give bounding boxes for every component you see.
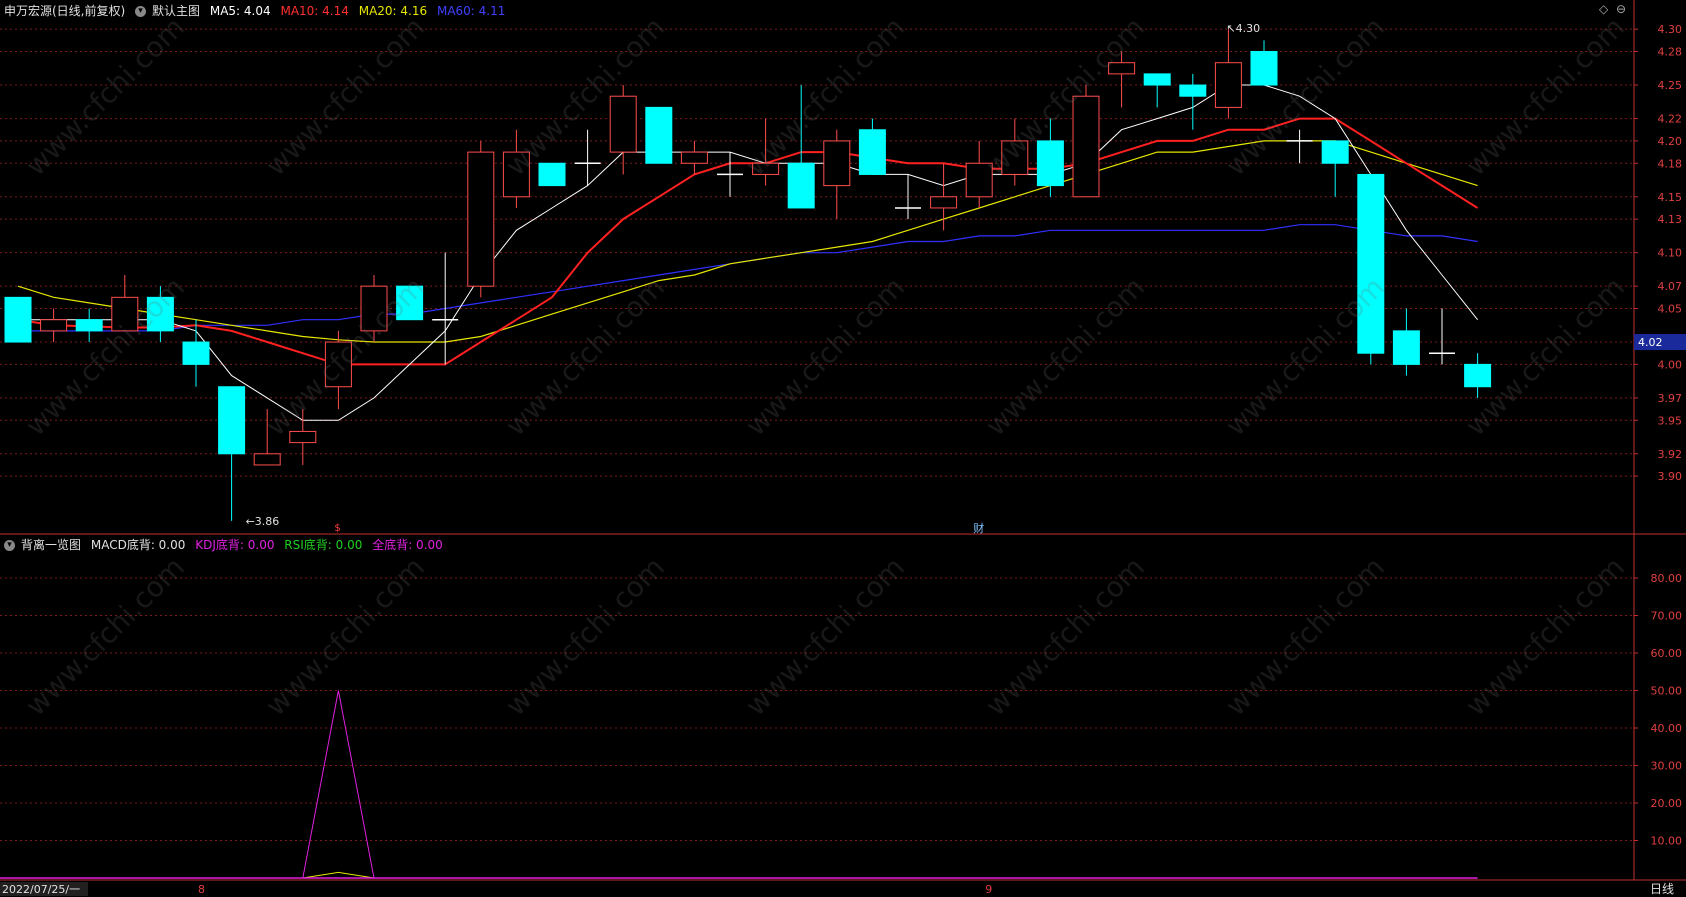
macd-divergence-label: MACD底背: 0.00	[90, 538, 186, 552]
diamond-icon[interactable]: ◇	[1599, 2, 1608, 16]
candle-body	[1357, 173, 1385, 354]
candle-body	[823, 140, 851, 187]
indicator-tick-label: 50.00	[1651, 685, 1683, 698]
candle-body	[146, 296, 174, 332]
indicator-tick-label: 40.00	[1651, 722, 1683, 735]
indicator-tick-label: 20.00	[1651, 797, 1683, 810]
candle-body	[1250, 51, 1278, 86]
price-tick-label: 4.15	[1658, 191, 1683, 204]
indicator-tick-label: 60.00	[1651, 647, 1683, 660]
ma60-label: MA60: 4.11	[436, 4, 506, 18]
candle-body	[1036, 140, 1064, 187]
rsi-divergence-label: RSI底背: 0.00	[284, 538, 363, 552]
indicator-title[interactable]: 背离一览图	[21, 538, 81, 552]
candle-body	[965, 162, 993, 198]
month-8-label: 8	[198, 883, 205, 896]
price-tick-label: 4.07	[1658, 280, 1683, 293]
candle-body	[1108, 62, 1136, 75]
high-price-label: ↖4.30	[1226, 22, 1260, 35]
ma20-label: MA20: 4.16	[358, 4, 428, 18]
all-divergence-label: 全底背: 0.00	[372, 538, 443, 552]
indicator-menu-icon[interactable]: ▾	[4, 540, 15, 551]
cai-marker: 财	[973, 521, 984, 535]
price-tick-label: 4.30	[1658, 23, 1683, 36]
price-tick-label: 3.90	[1658, 470, 1683, 483]
month-9-label: 9	[985, 883, 992, 896]
indicator-header: ▾ 背离一览图 MACD底背: 0.00 KDJ底背: 0.00 RSI底背: 0…	[4, 536, 449, 553]
price-tick-label: 4.10	[1658, 247, 1683, 260]
candle-body	[1179, 84, 1207, 97]
period-label: 日线	[1650, 882, 1674, 896]
candle-body	[75, 319, 103, 332]
candlestick-chart[interactable]: 4.30 4.28 4.25 4.22 4.20 4.18 4.15 4.13 4.10 4.07…	[0, 0, 1686, 897]
indicator-tick-label: 30.00	[1651, 760, 1683, 773]
ma20-line	[17, 140, 1478, 343]
price-tick-label: 4.00	[1658, 358, 1683, 371]
price-tick-label: 4.25	[1658, 79, 1683, 92]
low-price-label: ←3.86	[246, 515, 280, 528]
candle-body	[4, 296, 32, 343]
s-marker: $	[334, 523, 340, 534]
candle-body	[1464, 363, 1492, 388]
stock-title[interactable]: 申万宏源(日线,前复权)	[4, 4, 125, 18]
main-chart-header: 申万宏源(日线,前复权) ▾ 默认主图 MA5: 4.04 MA10: 4.14 …	[4, 2, 511, 19]
candle-body	[324, 341, 352, 388]
candle-body	[538, 162, 566, 187]
macd-divergence-bump	[302, 871, 375, 879]
candle-body	[40, 319, 68, 332]
candle-body	[1392, 330, 1420, 365]
price-tick-label: 4.05	[1658, 303, 1683, 316]
candle-body	[218, 386, 246, 455]
candle-body	[930, 196, 958, 209]
settings-icon[interactable]: ⊖	[1616, 2, 1626, 16]
candle-body	[680, 151, 708, 164]
candle-body	[360, 285, 388, 332]
price-tick-label: 3.92	[1658, 448, 1683, 461]
price-tick-label: 3.97	[1658, 392, 1683, 405]
price-tick-label: 4.18	[1658, 157, 1683, 170]
candle-body	[1001, 140, 1029, 175]
kdj-divergence-spike	[302, 690, 375, 879]
candle-body	[253, 453, 281, 466]
price-tick-label: 4.13	[1658, 213, 1683, 226]
candle-body	[1214, 62, 1242, 108]
candle-body	[1321, 140, 1349, 164]
indicator-tick-label: 10.00	[1651, 835, 1683, 848]
date-start-label: 2022/07/25/一	[2, 883, 80, 896]
candle-body	[289, 430, 317, 444]
ma10-line	[17, 117, 1479, 366]
price-tick-label: 4.28	[1658, 46, 1683, 59]
price-tick-label: 4.22	[1658, 113, 1683, 126]
ma5-label: MA5: 4.04	[209, 4, 271, 18]
candle-body	[502, 151, 530, 198]
candle-body	[182, 341, 210, 365]
chart-menu-icon[interactable]: ▾	[135, 6, 147, 17]
price-tick-label: 4.20	[1658, 135, 1683, 148]
candle-body	[609, 95, 637, 153]
ma10-label: MA10: 4.14	[280, 4, 349, 18]
indicator-tick-label: 70.00	[1651, 610, 1683, 623]
candle-body	[858, 129, 886, 175]
price-tick-label: 3.95	[1658, 414, 1683, 427]
candle-body	[645, 106, 673, 164]
ma60-line	[18, 224, 1478, 332]
main-chart-label[interactable]: 默认主图	[152, 4, 200, 18]
candle-body	[111, 296, 139, 332]
candle-body	[1072, 95, 1100, 198]
candle-body	[787, 162, 815, 209]
indicator-tick-label: 80.00	[1651, 572, 1683, 585]
candle-body	[1143, 73, 1171, 86]
candle-body	[752, 162, 780, 175]
kdj-divergence-label: KDJ底背: 0.00	[195, 538, 275, 552]
candle-body	[396, 285, 424, 321]
candle-body	[467, 151, 495, 287]
current-price-label: 4.02	[1638, 336, 1663, 349]
